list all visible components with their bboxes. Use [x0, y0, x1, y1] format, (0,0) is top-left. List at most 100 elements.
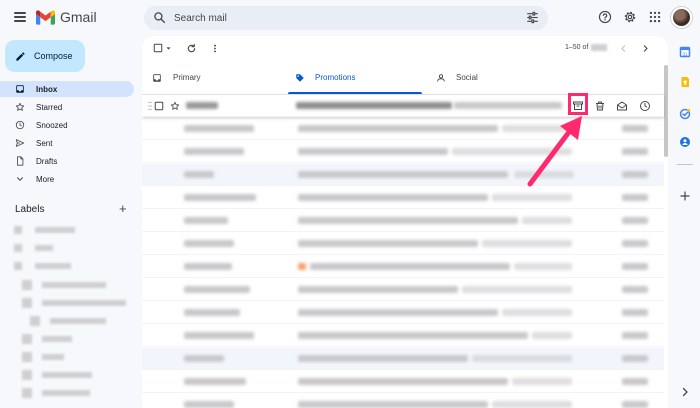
sidebar-item-more[interactable]: More	[0, 171, 134, 187]
label-item[interactable]	[42, 300, 126, 306]
svg-text:31: 31	[682, 52, 688, 57]
sidebar-item-label: Drafts	[36, 156, 58, 166]
label-item[interactable]	[42, 354, 64, 360]
select-dropdown-icon[interactable]	[165, 45, 172, 52]
trash-icon[interactable]	[594, 100, 606, 112]
sidebar-item-label: Sent	[36, 138, 53, 148]
sidebar-item-sent[interactable]: Sent	[0, 135, 134, 151]
date-blurred	[622, 332, 648, 339]
label-color-icon	[14, 262, 22, 270]
apps-grid-icon[interactable]	[648, 10, 662, 24]
label-item[interactable]	[35, 245, 53, 251]
label-color-icon	[22, 388, 32, 398]
sender-blurred	[184, 240, 234, 247]
label-item[interactable]	[50, 318, 106, 324]
chevron-left-icon[interactable]	[619, 44, 628, 53]
snooze-icon[interactable]	[639, 100, 651, 112]
search-input[interactable]	[174, 9, 504, 27]
email-row[interactable]	[142, 233, 664, 255]
search-icon[interactable]	[153, 11, 166, 24]
keep-icon[interactable]	[679, 76, 691, 88]
email-row[interactable]	[142, 279, 664, 301]
sender-blurred	[184, 401, 234, 408]
label-item[interactable]	[35, 227, 75, 233]
chevron-right-icon[interactable]	[641, 44, 650, 53]
label-item[interactable]	[42, 282, 106, 288]
sidebar-item-label: Inbox	[36, 84, 58, 94]
snippet-blurred	[522, 217, 572, 224]
email-row[interactable]	[142, 371, 664, 393]
sender-blurred	[184, 355, 224, 362]
contacts-icon[interactable]	[679, 136, 691, 148]
snippet-blurred	[492, 194, 572, 201]
date-blurred	[622, 217, 648, 224]
sidebar-item-label: More	[36, 174, 55, 184]
draft-icon	[17, 156, 24, 166]
select-all-checkbox[interactable]	[153, 43, 163, 53]
snippet-blurred	[454, 102, 562, 109]
subject-blurred	[298, 401, 488, 408]
row-checkbox[interactable]	[154, 101, 164, 111]
email-row[interactable]	[142, 210, 664, 232]
label-color-icon	[30, 316, 40, 326]
mail-list-panel: 1–50 of Primary Promotions Social	[142, 36, 668, 408]
help-icon[interactable]	[598, 10, 612, 24]
label-color-icon	[22, 334, 32, 344]
calendar-icon[interactable]: 31	[679, 46, 691, 58]
promo-badge-blurred	[298, 263, 306, 270]
search-bar[interactable]	[144, 6, 548, 30]
tab-social[interactable]: Social	[422, 60, 562, 94]
date-blurred	[622, 401, 648, 408]
email-row[interactable]	[142, 394, 664, 408]
tasks-icon[interactable]	[679, 108, 691, 120]
subject-blurred	[298, 171, 508, 178]
add-addon-icon[interactable]	[679, 190, 691, 202]
sidebar-item-drafts[interactable]: Drafts	[0, 153, 134, 169]
email-row[interactable]	[142, 325, 664, 347]
sender-blurred	[184, 378, 246, 385]
email-row[interactable]	[142, 348, 664, 370]
star-toggle-icon[interactable]	[170, 101, 180, 111]
sidebar-item-inbox[interactable]: Inbox	[0, 81, 134, 97]
send-icon	[15, 139, 25, 147]
label-color-icon	[22, 370, 32, 380]
subject-blurred	[298, 286, 458, 293]
tab-primary[interactable]: Primary	[142, 60, 288, 94]
settings-gear-icon[interactable]	[623, 10, 637, 24]
email-row[interactable]	[142, 302, 664, 324]
add-label-icon[interactable]: +	[119, 202, 127, 215]
sender-blurred	[184, 263, 232, 270]
snippet-blurred	[514, 263, 572, 270]
sidebar-item-starred[interactable]: Starred	[0, 99, 134, 115]
label-item[interactable]	[42, 372, 92, 378]
label-item[interactable]	[35, 263, 71, 269]
refresh-icon[interactable]	[186, 43, 197, 54]
more-vertical-icon[interactable]	[210, 43, 220, 54]
main-menu-icon[interactable]	[14, 12, 26, 22]
subject-blurred	[298, 309, 498, 316]
label-color-icon	[14, 244, 22, 252]
label-color-icon	[22, 352, 32, 362]
sender-blurred	[184, 309, 240, 316]
label-item[interactable]	[42, 336, 72, 342]
compose-label: Compose	[34, 51, 73, 61]
pager-range: 1–50 of	[565, 44, 589, 51]
tab-promotions[interactable]: Promotions	[288, 60, 422, 94]
gmail-logo[interactable]: Gmail	[36, 9, 97, 25]
chevron-right-icon[interactable]	[679, 386, 691, 398]
account-avatar[interactable]	[671, 7, 692, 28]
drag-handle-icon[interactable]	[146, 100, 154, 112]
labels-heading: Labels	[15, 204, 45, 215]
tab-label: Primary	[173, 73, 201, 82]
label-item[interactable]	[42, 390, 90, 396]
compose-button[interactable]: Compose	[5, 40, 85, 72]
sidebar-item-snoozed[interactable]: Snoozed	[0, 117, 134, 133]
subject-blurred	[298, 378, 508, 385]
mark-unread-icon[interactable]	[616, 100, 628, 112]
star-icon	[15, 102, 25, 111]
sender-blurred	[186, 102, 218, 109]
scrollbar-thumb[interactable]	[664, 65, 668, 157]
email-row[interactable]	[142, 256, 664, 278]
sender-blurred	[184, 332, 254, 339]
search-options-icon[interactable]	[526, 11, 539, 24]
